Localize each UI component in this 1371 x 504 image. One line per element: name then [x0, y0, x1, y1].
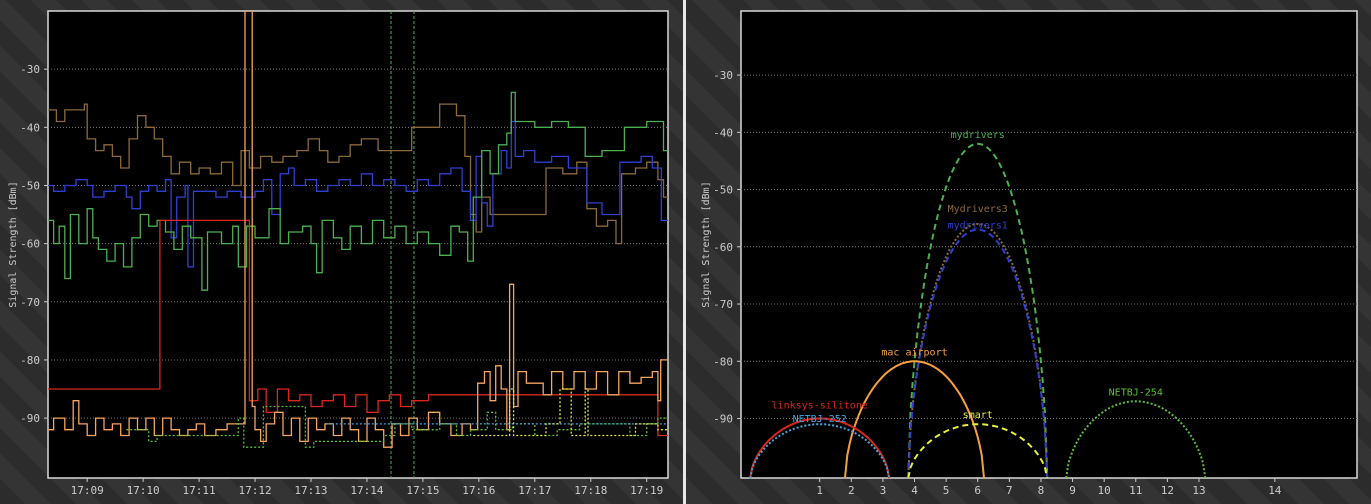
x-tick-label: 11	[1129, 484, 1142, 497]
y-axis-label: Signal Strength [dBm]	[701, 181, 712, 307]
time-chart-svg: -30 -40 -50 -60 -70 -80 -90 17:09 17:10 17:11 17:1…	[8, 10, 669, 497]
x-tick-label: 3	[880, 484, 887, 497]
x-tick-label: 8	[1038, 484, 1045, 497]
y-tick-label: -50	[20, 179, 40, 192]
channel-spectrum-chart: -30 -40 -50 -60 -70 -80 -90 1 2 3 4 5 6 7 8 9 10 11 12 13 14…	[686, 0, 1371, 504]
x-tick-label: 17:12	[238, 484, 271, 497]
x-tick-label: 17:16	[462, 484, 495, 497]
x-tick-label: 9	[1069, 484, 1076, 497]
network-label: NETBJ-252	[793, 414, 847, 425]
y-tick-label: -40	[20, 121, 40, 134]
x-tick-label: 17:19	[630, 484, 663, 497]
y-tick-label: -90	[20, 412, 40, 425]
y-tick-label: -60	[713, 241, 733, 254]
y-tick-label: -30	[20, 63, 40, 76]
channel-chart-svg: -30-40-50-60-70-80-901 2 3 4 5 6 7 8 9 10 11 12 13 14…	[701, 10, 1358, 497]
x-tick-label: 17:15	[406, 484, 439, 497]
network-label: Mydrivers3	[948, 204, 1008, 215]
y-tick-label: -50	[713, 184, 733, 197]
y-tick-label: -70	[20, 296, 40, 309]
y-tick-label: -90	[713, 412, 733, 425]
y-tick-label: -70	[713, 298, 733, 311]
x-tick-label: 17:14	[350, 484, 383, 497]
y-tick-label: -30	[713, 69, 733, 82]
y-tick-label: -80	[713, 355, 733, 368]
x-tick-label: 10	[1098, 484, 1111, 497]
x-tick-label: 14	[1268, 484, 1282, 497]
signal-over-time-chart: -30 -40 -50 -60 -70 -80 -90 17:09 17:10 17:11 17:1…	[0, 0, 683, 504]
x-tick-label: 7	[1006, 484, 1013, 497]
x-tick-label: 12	[1161, 484, 1174, 497]
network-label: smart	[963, 410, 993, 421]
x-tick-label: 17:13	[294, 484, 327, 497]
plot-area	[47, 10, 669, 479]
x-tick-label: 13	[1192, 484, 1205, 497]
x-tick-label: 17:10	[127, 484, 160, 497]
x-tick-label: 6	[974, 484, 981, 497]
network-label: mac airport	[881, 347, 947, 358]
network-label: mydrivers	[951, 130, 1005, 141]
network-label: mydrivers1	[948, 221, 1008, 232]
y-tick-label: -60	[20, 238, 40, 251]
x-tick-label: 17:18	[574, 484, 607, 497]
x-tick-label: 17:11	[183, 484, 216, 497]
network-label: linksys-silitone	[772, 400, 868, 411]
y-tick-label: -80	[20, 354, 40, 367]
x-tick-label: 5	[943, 484, 950, 497]
network-label: NETBJ-254	[1109, 387, 1163, 398]
x-tick-label: 17:17	[518, 484, 551, 497]
x-tick-label: 4	[911, 484, 918, 497]
y-axis-label: Signal Strength [dBm]	[8, 181, 19, 307]
y-tick-label: -40	[713, 126, 733, 139]
x-tick-label: 2	[848, 484, 855, 497]
x-tick-label: 1	[816, 484, 823, 497]
x-tick-label: 17:09	[71, 484, 104, 497]
